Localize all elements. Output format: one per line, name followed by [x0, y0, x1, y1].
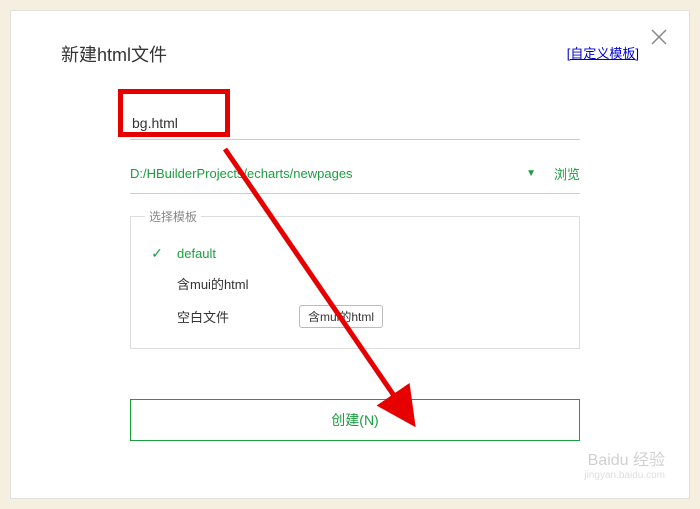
- path-row: D:/HBuilderProjects/echarts/newpages ▼ 浏…: [130, 150, 580, 194]
- path-dropdown[interactable]: D:/HBuilderProjects/echarts/newpages: [130, 166, 518, 181]
- custom-template-link[interactable]: [自定义模板]: [567, 43, 639, 62]
- filename-row: [130, 107, 580, 140]
- check-icon: ✓: [145, 245, 169, 262]
- browse-link[interactable]: 浏览: [554, 164, 580, 183]
- template-fieldset: 选择模板 ✓ default 含mui的html 空白文件 含mui的html: [130, 208, 580, 349]
- dialog-title: 新建html文件: [61, 41, 649, 67]
- tooltip: 含mui的html: [299, 305, 383, 328]
- watermark-url: jingyan.baidu.com: [584, 470, 665, 482]
- chevron-down-icon[interactable]: ▼: [526, 168, 536, 179]
- new-html-file-dialog: 新建html文件 [自定义模板] D:/HBuilderProjects/ech…: [10, 10, 690, 499]
- close-icon[interactable]: [651, 29, 667, 45]
- template-item-blank[interactable]: 空白文件 含mui的html: [145, 299, 561, 334]
- template-item-label: 空白文件: [177, 307, 229, 326]
- create-button-label: 创建(N): [331, 412, 378, 428]
- create-button[interactable]: 创建(N): [130, 399, 580, 441]
- template-item-label: default: [177, 246, 216, 261]
- template-legend: 选择模板: [145, 208, 201, 225]
- template-item-label: 含mui的html: [177, 274, 249, 293]
- template-item-default[interactable]: ✓ default: [145, 239, 561, 268]
- watermark: Baidu 经验 jingyan.baidu.com: [584, 451, 665, 482]
- filename-input[interactable]: [130, 113, 430, 133]
- dialog-content: D:/HBuilderProjects/echarts/newpages ▼ 浏…: [130, 107, 580, 441]
- template-item-mui[interactable]: 含mui的html: [145, 268, 561, 299]
- watermark-brand: Baidu 经验: [584, 451, 665, 470]
